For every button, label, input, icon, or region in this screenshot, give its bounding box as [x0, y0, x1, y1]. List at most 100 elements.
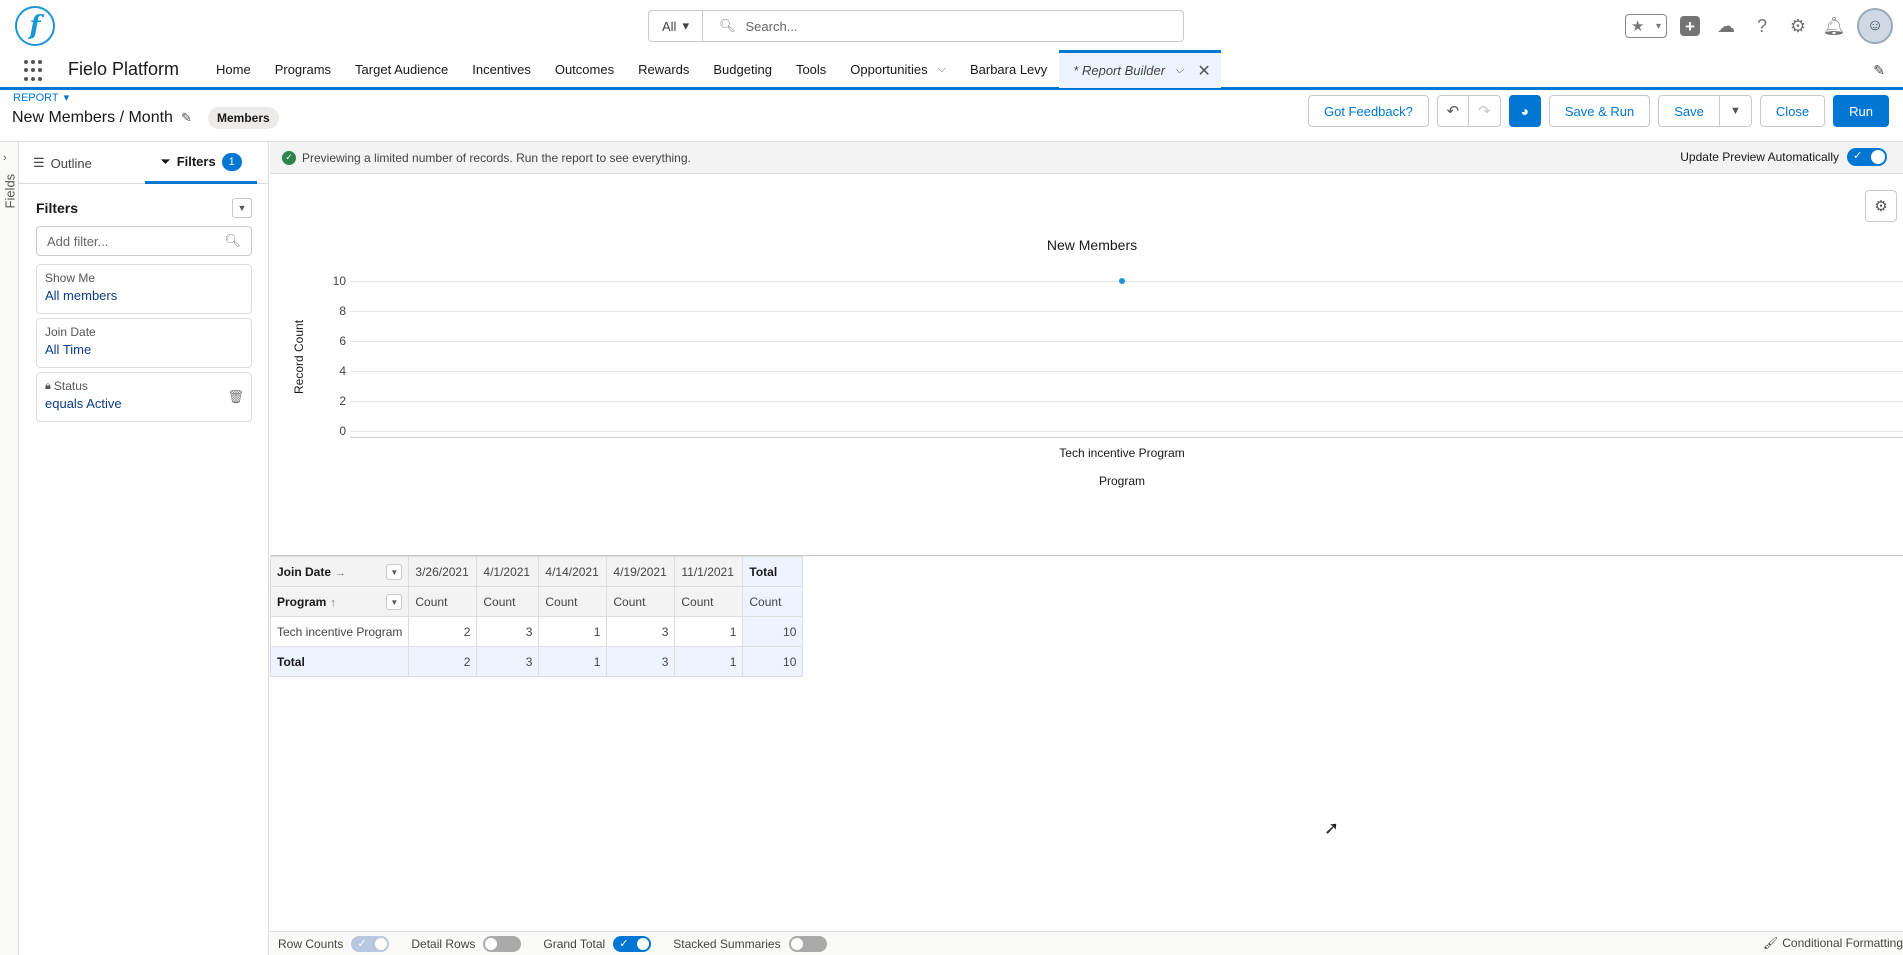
y-tick-label: 8 [339, 304, 346, 318]
filter-status[interactable]: 🔒︎ Status equals Active 🗑︎ [36, 372, 252, 422]
column-header: 11/1/2021 [674, 556, 744, 587]
nav-item-rewards[interactable]: Rewards [626, 52, 701, 87]
global-actions: ★ ▾ + ☁ ? ⚙ 🔔︎ ☺ [1625, 8, 1893, 44]
nav-item-home[interactable]: Home [204, 52, 263, 87]
table-cell: 2 [408, 646, 478, 677]
column-header: 4/14/2021 [538, 556, 608, 587]
bell-icon[interactable]: 🔔︎ [1821, 13, 1847, 39]
app-launcher-icon[interactable] [24, 60, 46, 82]
table-cell: 3 [476, 646, 540, 677]
y-tick-label: 6 [339, 334, 346, 348]
row-counts-label: Row Counts [278, 936, 344, 951]
grand-total-label: Total [269, 646, 410, 677]
table-cell: 3 [606, 616, 676, 647]
tab-filters-label: Filters [176, 154, 216, 169]
grand-total-option: Grand Total ✓ [543, 935, 652, 952]
nav-item-budgeting[interactable]: Budgeting [701, 52, 784, 87]
chart-toggle-button[interactable]: ◕ [1508, 95, 1541, 127]
nav-item-tools[interactable]: Tools [784, 52, 838, 87]
table-header-row: Join Date → ▼ 3/26/2021 4/1/2021 4/14/202… [269, 556, 804, 587]
pie-chart-icon: ◕ [1520, 103, 1530, 119]
auto-update: Update Preview Automatically ✓ [1680, 148, 1887, 166]
trailhead-icon[interactable]: ☁ [1713, 13, 1739, 39]
add-filter-input[interactable]: Add filter... 🔍︎ [36, 226, 252, 256]
tab-report-builder[interactable]: * Report Builder ⌵ ✕ [1059, 50, 1221, 88]
chart-title: New Members [1047, 237, 1137, 253]
search-input[interactable] [745, 18, 1166, 34]
undo-button[interactable]: ↶ [1436, 95, 1469, 127]
search-scope-dropdown[interactable]: All ▾ [649, 11, 703, 41]
preview-message: Previewing a limited number of records. … [302, 150, 691, 165]
chevron-right-icon[interactable]: › [3, 152, 7, 164]
col-group-label: Join Date [277, 564, 332, 579]
col-group-menu[interactable]: ▼ [386, 564, 403, 580]
filter-value: equals Active [45, 396, 122, 411]
table-cell: 1 [538, 646, 608, 677]
chevron-down-icon[interactable]: ⌵ [938, 63, 946, 76]
nav-item-target-audience[interactable]: Target Audience [343, 52, 460, 87]
filters-menu-button[interactable]: ▼ [232, 198, 252, 218]
conditional-formatting-button[interactable]: 🖌︎ Conditional Formatting [1763, 936, 1903, 950]
fields-rail-label: Fields [2, 173, 18, 209]
detail-rows-toggle[interactable] [483, 935, 522, 952]
chart-settings-button[interactable]: ⚙ [1865, 190, 1897, 222]
table-cell: 1 [674, 646, 744, 677]
nav-item-incentives[interactable]: Incentives [460, 52, 543, 87]
tab-outline[interactable]: ☰ Outline [33, 142, 92, 184]
row-group-menu[interactable]: ▼ [386, 594, 403, 610]
fields-rail[interactable]: › Fields [0, 142, 19, 955]
add-filter-placeholder: Add filter... [47, 233, 109, 249]
metric-header: Count [538, 586, 608, 617]
gear-icon[interactable]: ⚙ [1785, 13, 1811, 39]
close-button[interactable]: Close [1759, 95, 1826, 127]
close-icon[interactable]: ✕ [1197, 61, 1210, 81]
report-type[interactable]: REPORT ▾ [13, 91, 70, 105]
save-group: Save ▼ [1658, 95, 1752, 127]
stacked-summaries-toggle[interactable] [788, 935, 827, 952]
table-cell: 2 [408, 616, 478, 647]
col-group-header[interactable]: Join Date → ▼ [269, 556, 410, 587]
nav-item-outcomes[interactable]: Outcomes [543, 52, 626, 87]
conditional-formatting-label: Conditional Formatting [1782, 936, 1903, 950]
edit-nav-icon[interactable]: ✎ [1873, 62, 1885, 79]
run-button[interactable]: Run [1833, 95, 1889, 127]
global-create-button[interactable]: + [1677, 13, 1703, 39]
grand-total-toggle[interactable]: ✓ [613, 935, 652, 952]
pencil-icon[interactable]: ✎ [181, 110, 192, 126]
chevron-down-icon: ▼ [1729, 105, 1741, 117]
redo-button[interactable]: ↷ [1468, 95, 1501, 127]
chevron-down-icon: ▾ [682, 18, 689, 33]
filter-icon: ⏷ [160, 153, 171, 169]
row-counts-toggle[interactable]: ✓ [351, 935, 390, 952]
x-tick-label: Tech incentive Program [1059, 446, 1184, 460]
save-menu-button[interactable]: ▼ [1719, 95, 1752, 127]
nav-item-opportunities[interactable]: Opportunities ⌵ [838, 52, 958, 87]
metric-header: Count [674, 586, 744, 617]
avatar[interactable]: ☺ [1857, 8, 1893, 44]
auto-update-toggle[interactable]: ✓ [1847, 148, 1887, 166]
nav-item-barbara-levy[interactable]: Barbara Levy [958, 52, 1059, 87]
filter-label: Status [53, 379, 88, 393]
app-name: Fielo Platform [68, 59, 180, 79]
feedback-button[interactable]: Got Feedback? [1307, 95, 1429, 127]
row-group-header[interactable]: Program ↑ ▼ [269, 586, 410, 617]
trash-icon[interactable]: 🗑︎ [227, 389, 244, 405]
nav-item-programs[interactable]: Programs [263, 52, 343, 87]
filter-show-me[interactable]: Show Me All members [36, 264, 252, 314]
row-label: Tech incentive Program [269, 616, 410, 647]
table-metric-row: Program ↑ ▼ Count Count Count Count Count… [269, 586, 804, 617]
tab-filters[interactable]: ⏷ Filters 1 [145, 142, 257, 184]
detail-rows-option: Detail Rows [411, 935, 522, 952]
help-icon[interactable]: ? [1749, 13, 1775, 39]
favorites-button[interactable]: ★ ▾ [1625, 14, 1667, 38]
table-cell: 3 [476, 616, 540, 647]
filter-join-date[interactable]: Join Date All Time [36, 318, 252, 368]
save-button[interactable]: Save [1658, 95, 1720, 127]
stacked-summaries-label: Stacked Summaries [673, 936, 781, 951]
chevron-down-icon[interactable]: ⌵ [1175, 64, 1183, 77]
chevron-down-icon: ▾ [63, 92, 70, 104]
fielo-logo[interactable]: f [15, 6, 55, 46]
data-point [1119, 278, 1125, 284]
report-actions: Got Feedback? ↶ ↷ ◕ Save & Run Save ▼ Cl… [1307, 95, 1889, 127]
save-run-button[interactable]: Save & Run [1548, 95, 1651, 127]
